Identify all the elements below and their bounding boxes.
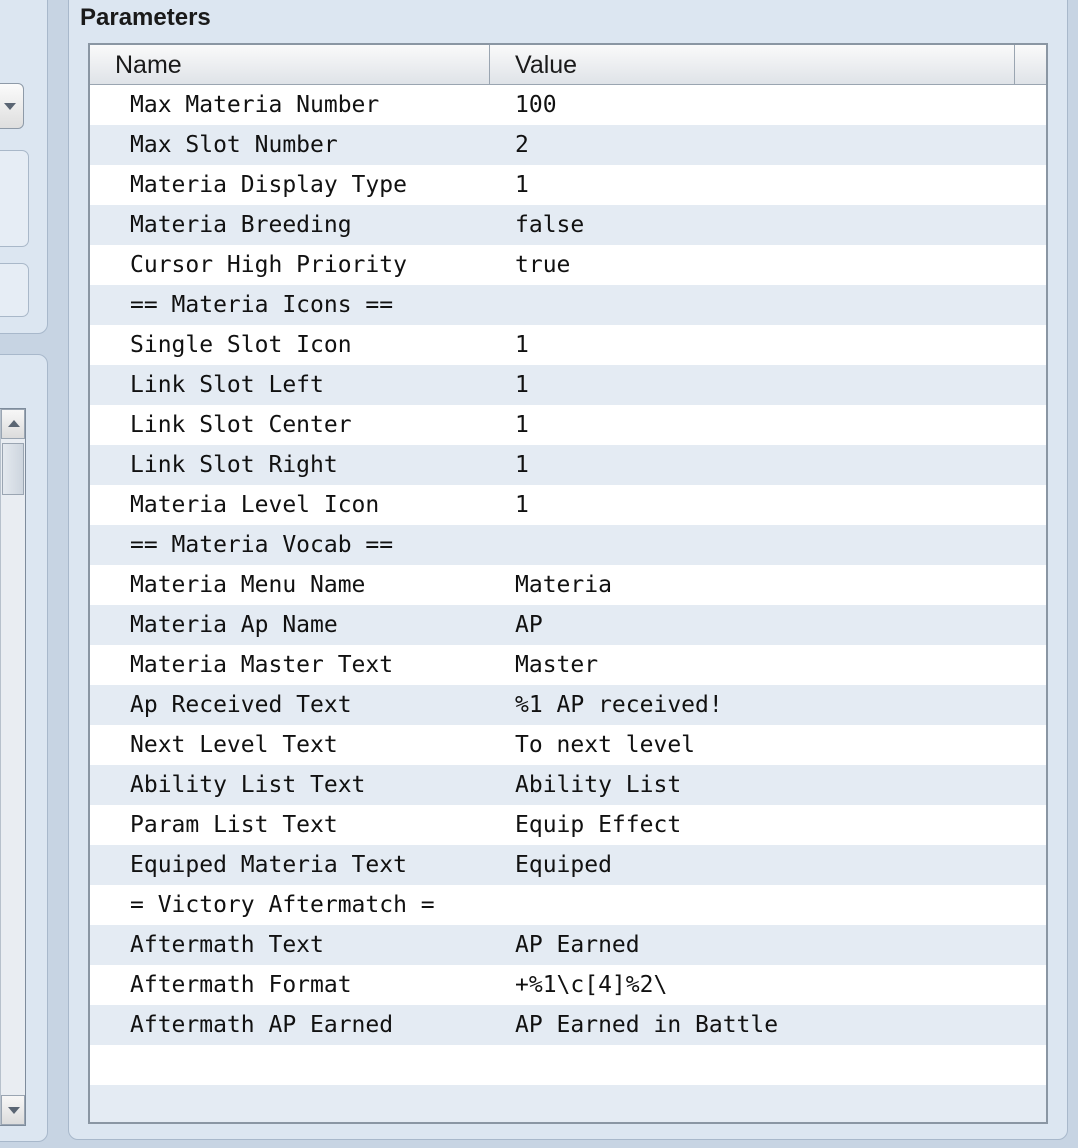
scroll-up-arrow-icon xyxy=(8,420,20,427)
row-name-cell: Materia Ap Name xyxy=(130,612,338,638)
table-row[interactable]: Materia Master Text Master xyxy=(90,645,1046,685)
row-name-cell: == Materia Icons == xyxy=(130,292,394,318)
table-row[interactable]: Ability List Text Ability List xyxy=(90,765,1046,805)
row-name-cell: Max Materia Number xyxy=(130,92,380,118)
row-name-cell: Link Slot Center xyxy=(130,412,352,438)
row-name-cell: Next Level Text xyxy=(130,732,338,758)
row-value-cell[interactable]: 1 xyxy=(515,445,529,485)
row-name-cell: Aftermath AP Earned xyxy=(130,1012,394,1038)
row-value-cell[interactable]: Equiped xyxy=(515,845,612,885)
table-row[interactable]: = Victory Aftermatch = xyxy=(90,885,1046,925)
row-name-cell: Materia Menu Name xyxy=(130,572,366,598)
table-row[interactable] xyxy=(90,1085,1046,1122)
row-name-cell: Ap Received Text xyxy=(130,692,352,718)
row-name-cell: Materia Breeding xyxy=(130,212,352,238)
row-value-cell[interactable]: AP xyxy=(515,605,543,645)
table-row[interactable]: Link Slot Left 1 xyxy=(90,365,1046,405)
row-name-cell: = Victory Aftermatch = xyxy=(130,892,435,918)
panel-title: Parameters xyxy=(80,4,211,31)
table-row[interactable]: == Materia Icons == xyxy=(90,285,1046,325)
row-name-cell: Equiped Materia Text xyxy=(130,852,407,878)
left-input-box[interactable] xyxy=(0,263,29,317)
table-row[interactable]: Link Slot Right 1 xyxy=(90,445,1046,485)
scroll-down-arrow-icon xyxy=(8,1107,20,1114)
row-name-cell: Materia Master Text xyxy=(130,652,394,678)
table-row[interactable]: Cursor High Priority true xyxy=(90,245,1046,285)
vertical-scrollbar[interactable] xyxy=(0,409,25,1125)
row-value-cell[interactable]: 1 xyxy=(515,365,529,405)
table-row[interactable]: Materia Level Icon 1 xyxy=(90,485,1046,525)
table-header: Name Value xyxy=(90,45,1046,85)
scroll-up-button[interactable] xyxy=(1,409,25,439)
row-value-cell[interactable]: AP Earned xyxy=(515,925,640,965)
table-row[interactable]: Equiped Materia Text Equiped xyxy=(90,845,1046,885)
row-name-cell: Cursor High Priority xyxy=(130,252,407,278)
row-value-cell[interactable]: 1 xyxy=(515,325,529,365)
left-text-area[interactable] xyxy=(0,150,29,247)
table-row[interactable]: Materia Breeding false xyxy=(90,205,1046,245)
table-row[interactable]: Param List Text Equip Effect xyxy=(90,805,1046,845)
table-row[interactable]: == Materia Vocab == xyxy=(90,525,1046,565)
row-value-cell[interactable]: To next level xyxy=(515,725,695,765)
row-value-cell[interactable]: 1 xyxy=(515,165,529,205)
row-value-cell[interactable]: Ability List xyxy=(515,765,681,805)
table-row[interactable] xyxy=(90,1045,1046,1085)
left-list-box[interactable] xyxy=(0,408,26,1126)
row-value-cell[interactable]: true xyxy=(515,245,570,285)
row-name-cell: Link Slot Left xyxy=(130,372,324,398)
row-name-cell: Aftermath Text xyxy=(130,932,324,958)
table-row[interactable]: Materia Display Type 1 xyxy=(90,165,1046,205)
scroll-thumb[interactable] xyxy=(2,443,24,495)
table-row[interactable]: Max Slot Number 2 xyxy=(90,125,1046,165)
row-value-cell[interactable]: 2 xyxy=(515,125,529,165)
table-row[interactable]: Materia Menu Name Materia xyxy=(90,565,1046,605)
table-row[interactable]: Next Level Text To next level xyxy=(90,725,1046,765)
table-row[interactable]: Link Slot Center 1 xyxy=(90,405,1046,445)
row-name-cell: Link Slot Right xyxy=(130,452,338,478)
row-value-cell[interactable]: %1 AP received! xyxy=(515,685,723,725)
row-value-cell[interactable]: Materia xyxy=(515,565,612,605)
column-header-filler xyxy=(1015,45,1046,84)
row-name-cell: Materia Display Type xyxy=(130,172,407,198)
row-name-cell: == Materia Vocab == xyxy=(130,532,394,558)
table-row[interactable]: Aftermath Text AP Earned xyxy=(90,925,1046,965)
column-header-name[interactable]: Name xyxy=(90,45,490,84)
table-row[interactable]: Materia Ap Name AP xyxy=(90,605,1046,645)
column-header-value[interactable]: Value xyxy=(490,45,1015,84)
chevron-down-icon xyxy=(4,103,16,110)
scroll-down-button[interactable] xyxy=(1,1095,25,1125)
row-name-cell: Max Slot Number xyxy=(130,132,338,158)
table-row[interactable]: Max Materia Number 100 xyxy=(90,85,1046,125)
row-value-cell[interactable]: Equip Effect xyxy=(515,805,681,845)
table-row[interactable]: Aftermath Format +%1\c[4]%2\ xyxy=(90,965,1046,1005)
row-value-cell[interactable]: Master xyxy=(515,645,598,685)
row-name-cell: Single Slot Icon xyxy=(130,332,352,358)
table-row[interactable]: Single Slot Icon 1 xyxy=(90,325,1046,365)
row-name-cell: Aftermath Format xyxy=(130,972,352,998)
row-value-cell[interactable]: false xyxy=(515,205,584,245)
row-name-cell: Materia Level Icon xyxy=(130,492,380,518)
parameters-table[interactable]: Name Value Max Materia Number 100 Max Slot… xyxy=(88,43,1048,1124)
row-value-cell[interactable]: AP Earned in Battle xyxy=(515,1005,778,1045)
row-value-cell[interactable]: 100 xyxy=(515,85,557,125)
table-row[interactable]: Aftermath AP Earned AP Earned in Battle xyxy=(90,1005,1046,1045)
row-name-cell: Ability List Text xyxy=(130,772,366,798)
table-row[interactable]: Ap Received Text %1 AP received! xyxy=(90,685,1046,725)
row-value-cell[interactable]: +%1\c[4]%2\ xyxy=(515,965,667,1005)
row-value-cell[interactable]: 1 xyxy=(515,405,529,445)
row-value-cell[interactable]: 1 xyxy=(515,485,529,525)
left-dropdown[interactable] xyxy=(0,83,24,129)
row-name-cell: Param List Text xyxy=(130,812,338,838)
table-body: Max Materia Number 100 Max Slot Number 2 Mat… xyxy=(90,85,1046,1122)
